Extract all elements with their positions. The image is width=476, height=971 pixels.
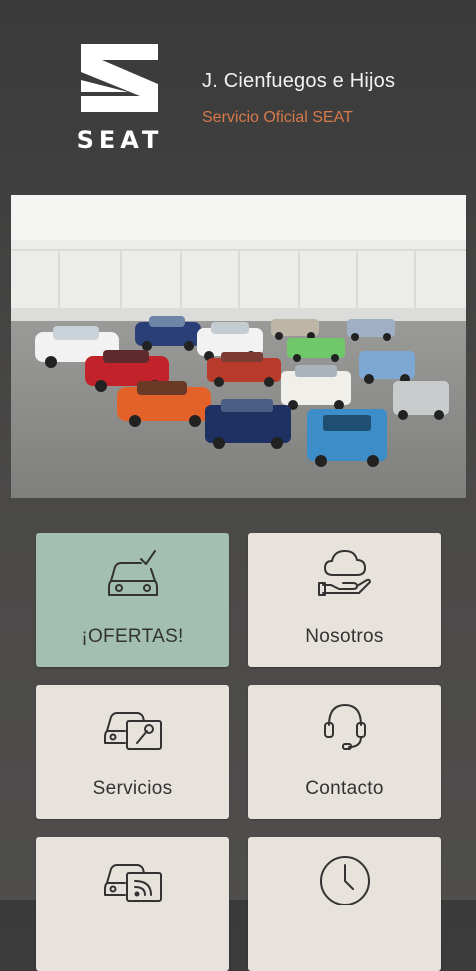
- menu-tile-label: Nosotros: [305, 626, 384, 647]
- menu-tile-ofertas[interactable]: ¡OFERTAS!: [36, 533, 229, 667]
- menu-tile-contacto[interactable]: Contacto: [248, 685, 441, 819]
- dealer-subtitle: Servicio Oficial SEAT: [202, 109, 353, 126]
- menu-tile-label: ¡OFERTAS!: [81, 626, 184, 647]
- menu-tile-label: Contacto: [305, 778, 384, 799]
- hero-image: [11, 195, 466, 498]
- cloud-hand-icon: [313, 545, 377, 601]
- menu-tile-car-wifi[interactable]: [36, 837, 229, 971]
- menu-tile-label: Servicios: [92, 778, 173, 799]
- headset-icon: [313, 697, 377, 753]
- car-wrench-icon: [101, 697, 165, 753]
- seat-logo: SEAT: [50, 40, 190, 155]
- dealer-name: J. Cienfuegos e Hijos: [202, 70, 396, 92]
- menu-tile-nosotros[interactable]: Nosotros: [248, 533, 441, 667]
- svg-text:SEAT: SEAT: [77, 126, 164, 154]
- app-header: SEAT J. Cienfuegos e Hijos Servicio Ofic…: [0, 0, 476, 190]
- menu-tile-servicios[interactable]: Servicios: [36, 685, 229, 819]
- car-check-icon: [101, 545, 165, 601]
- menu-tile-clock[interactable]: [248, 837, 441, 971]
- clock-icon: [313, 849, 377, 906]
- car-wifi-icon: [101, 849, 165, 905]
